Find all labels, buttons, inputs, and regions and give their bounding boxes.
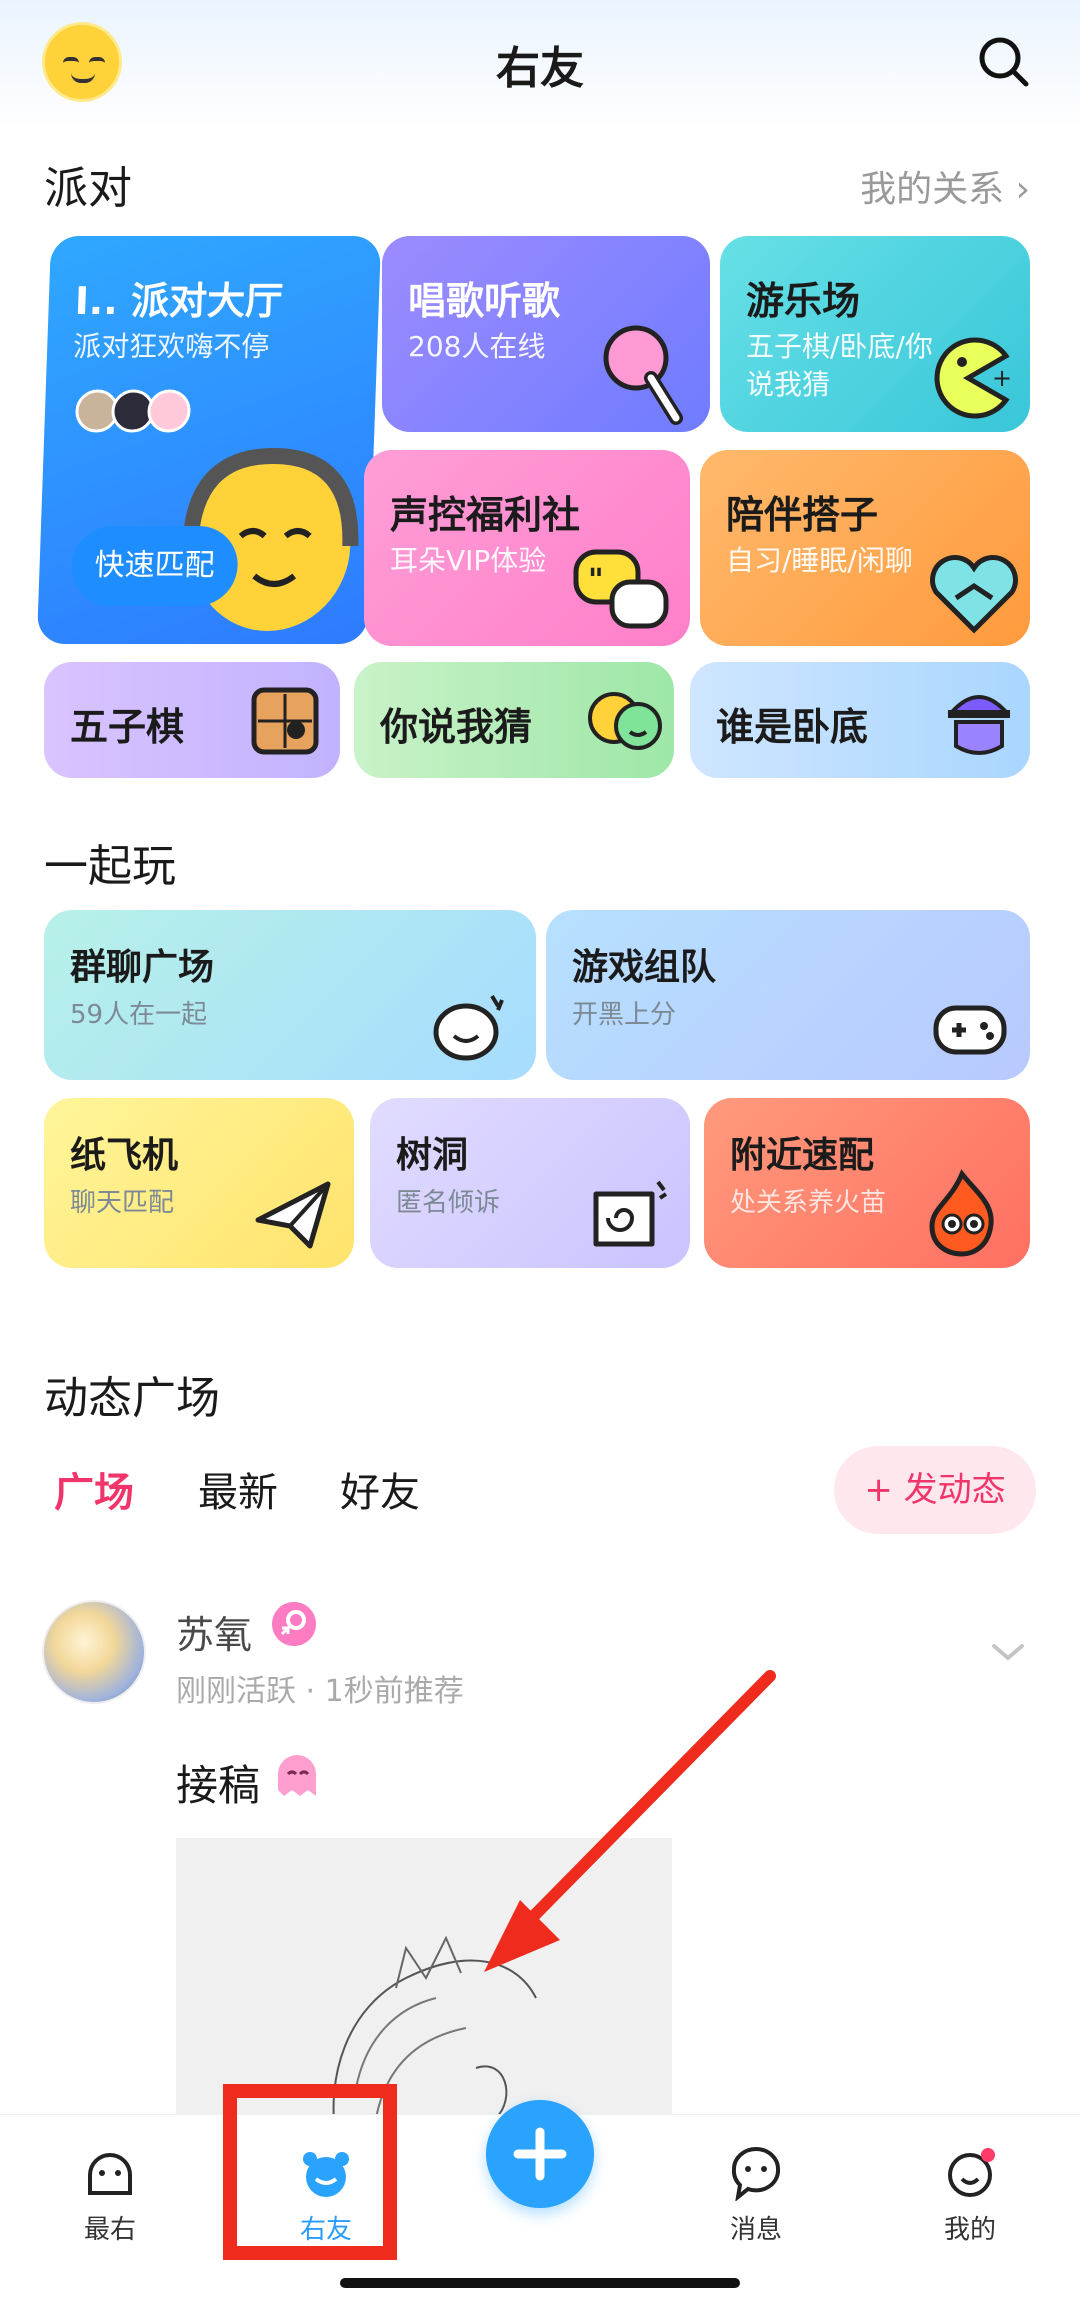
member-avatars-icon — [75, 389, 191, 433]
tab-square[interactable]: 广场 — [54, 1460, 134, 1518]
nav-me-label: 我的 — [943, 2215, 996, 2245]
annotation-highlight-box — [223, 2084, 397, 2260]
paper-plane-card[interactable]: 纸飞机 聊天匹配 — [44, 1098, 354, 1268]
pacman-icon: + — [934, 337, 1012, 419]
post-author-avatar[interactable] — [42, 1600, 146, 1704]
post-author-name[interactable]: 苏氧 — [176, 1604, 252, 1659]
tree-hole-subtitle: 匿名倾诉 — [396, 1188, 501, 1218]
female-gender-icon — [272, 1602, 316, 1646]
feed-section-title: 动态广场 — [44, 1373, 220, 1424]
spy-hat-icon — [947, 695, 1011, 755]
speech-bubbles-icon: " — [573, 549, 669, 629]
party-hall-card[interactable]: I.. 派对大厅 派对狂欢嗨不停 快速匹配 — [36, 236, 382, 644]
party-section-title: 派对 — [44, 163, 132, 214]
face-icon — [88, 2153, 132, 2195]
voice-club-subtitle: 耳朵VIP体验 — [390, 544, 547, 577]
new-post-button[interactable]: + 发动态 — [834, 1446, 1036, 1534]
paper-plane-title: 纸飞机 — [70, 1135, 179, 1176]
chat-bubble-icon — [731, 2147, 781, 2201]
sing-listen-card[interactable]: 唱歌听歌 208人在线 — [382, 236, 710, 432]
gomoku-title: 五子棋 — [70, 705, 185, 749]
profile-icon — [948, 2148, 995, 2197]
you-say-i-guess-title: 你说我猜 — [380, 705, 533, 749]
nav-zuiyou[interactable]: 最右 — [40, 2145, 180, 2246]
play-together-title: 一起玩 — [44, 841, 176, 892]
home-indicator — [340, 2278, 740, 2288]
svg-text:": " — [588, 563, 604, 598]
playground-card[interactable]: 游乐场 五子棋/卧底/你说我猜 + — [720, 236, 1030, 432]
annotation-arrow — [484, 1670, 776, 1972]
chevron-down-icon[interactable] — [990, 1640, 1026, 1664]
tab-latest[interactable]: 最新 — [198, 1460, 278, 1518]
quick-match-button[interactable]: 快速匹配 — [70, 526, 239, 606]
voice-club-card[interactable]: 声控福利社 耳朵VIP体验 " — [364, 450, 690, 646]
voice-club-title: 声控福利社 — [390, 493, 581, 537]
playground-subtitle: 五子棋/卧底/你说我猜 — [746, 330, 933, 401]
nav-me[interactable]: 我的 — [900, 2145, 1040, 2246]
nearby-match-subtitle: 处关系养火苗 — [730, 1188, 887, 1218]
nearby-match-title: 附近速配 — [730, 1135, 875, 1176]
game-team-card[interactable]: 游戏组队 开黑上分 — [546, 910, 1030, 1080]
microphone-icon — [603, 325, 683, 425]
tab-friends[interactable]: 好友 — [340, 1460, 420, 1518]
heart-handshake-icon — [930, 555, 1018, 634]
party-hall-title: I.. 派对大厅 — [74, 279, 284, 323]
companion-subtitle: 自习/睡眠/闲聊 — [726, 544, 913, 577]
my-relations-link[interactable]: 我的关系 › — [860, 160, 1030, 212]
game-team-title: 游戏组队 — [572, 947, 717, 988]
svg-text:+: + — [992, 364, 1012, 392]
paper-plane-icon — [255, 1181, 331, 1249]
group-chat-square-card[interactable]: 群聊广场 59人在一起 — [44, 910, 536, 1080]
who-is-spy-card[interactable]: 谁是卧底 — [690, 662, 1030, 778]
gomoku-board-icon — [251, 687, 319, 755]
group-chat-square-subtitle: 59人在一起 — [70, 1000, 208, 1030]
group-chat-square-title: 群聊广场 — [70, 947, 215, 988]
tree-stump-icon — [593, 1180, 668, 1247]
companion-card[interactable]: 陪伴搭子 自习/睡眠/闲聊 — [700, 450, 1030, 646]
gamepad-icon — [933, 1005, 1007, 1055]
nav-messages-label: 消息 — [729, 2215, 782, 2245]
post-text: 接稿 — [176, 1761, 261, 1810]
playground-title: 游乐场 — [746, 279, 861, 323]
gomoku-card[interactable]: 五子棋 — [44, 662, 340, 778]
you-say-i-guess-card[interactable]: 你说我猜 — [354, 662, 674, 778]
nav-messages[interactable]: 消息 — [686, 2145, 826, 2246]
companion-title: 陪伴搭子 — [726, 493, 879, 537]
group-chat-icon — [433, 994, 504, 1061]
flame-icon — [929, 1169, 994, 1257]
game-team-subtitle: 开黑上分 — [572, 1000, 677, 1030]
paper-plane-subtitle: 聊天匹配 — [70, 1188, 175, 1218]
search-icon[interactable] — [976, 34, 1032, 90]
post-meta: 刚刚活跃 · 1秒前推荐 — [176, 1674, 464, 1709]
tree-hole-card[interactable]: 树洞 匿名倾诉 — [370, 1098, 690, 1268]
party-hall-subtitle: 派对狂欢嗨不停 — [72, 330, 270, 363]
top-bar: 右友 — [0, 0, 1080, 130]
who-is-spy-title: 谁是卧底 — [716, 705, 869, 749]
ghost-emoji-icon — [278, 1755, 316, 1796]
sing-listen-subtitle: 208人在线 — [408, 330, 546, 363]
nearby-match-card[interactable]: 附近速配 处关系养火苗 — [704, 1098, 1030, 1268]
tree-hole-title: 树洞 — [396, 1135, 469, 1176]
create-plus-button[interactable] — [486, 2100, 594, 2208]
sing-listen-title: 唱歌听歌 — [408, 279, 561, 323]
guess-faces-icon — [588, 692, 662, 750]
page-title: 右友 — [496, 43, 584, 94]
nav-zuiyou-label: 最右 — [83, 2215, 136, 2245]
